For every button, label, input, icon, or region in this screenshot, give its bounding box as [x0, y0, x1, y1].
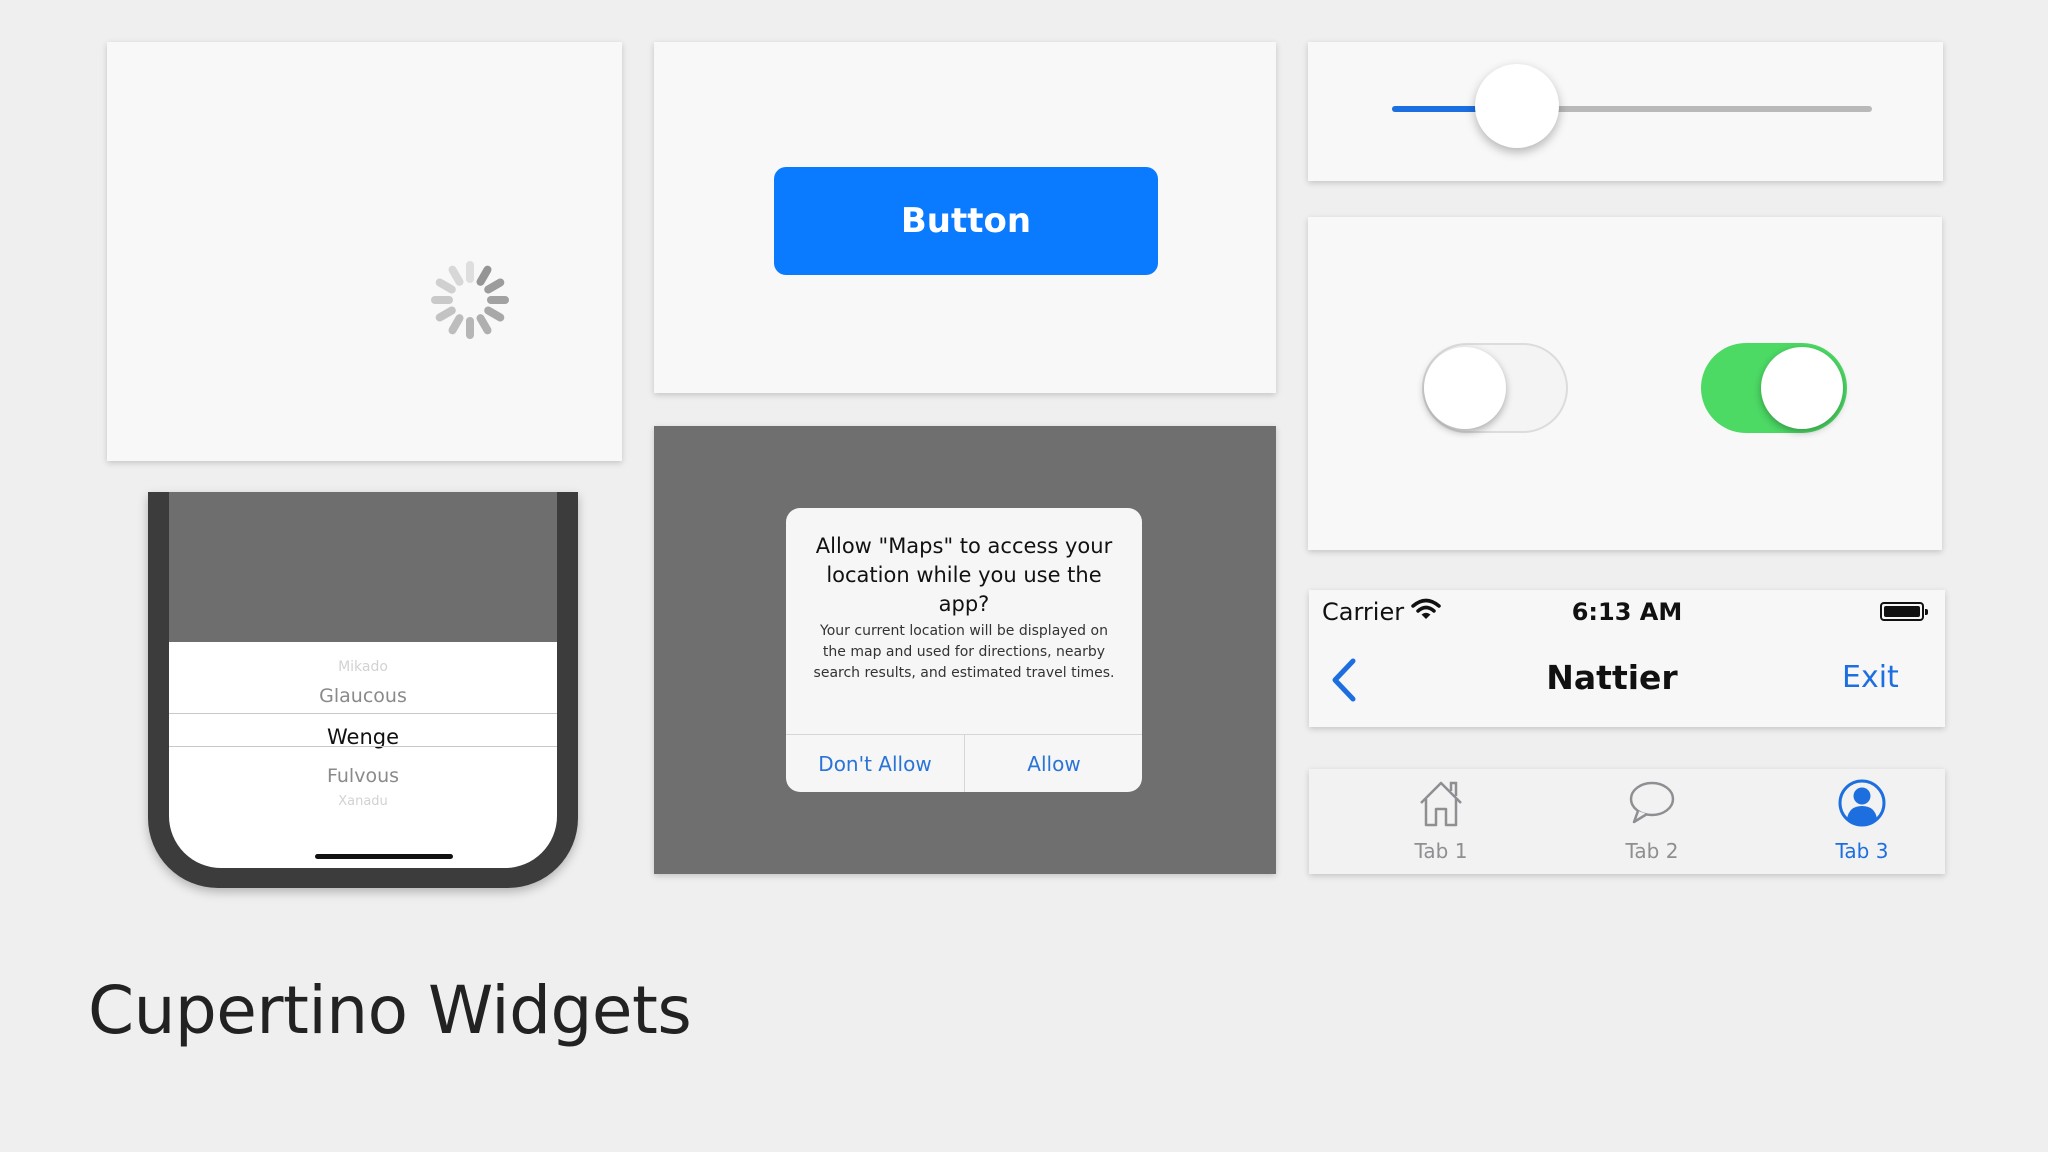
spinner-tick: [466, 317, 474, 339]
picker-selection-line: [169, 713, 557, 714]
switch-card: [1308, 217, 1942, 550]
house-icon: [1420, 781, 1462, 827]
alert-message: Your current location will be displayed …: [813, 623, 1115, 681]
slider-thumb[interactable]: [1474, 64, 1559, 148]
spinner-tick: [487, 296, 509, 304]
switch-off[interactable]: [1422, 343, 1568, 433]
button-card: Button: [654, 42, 1276, 393]
exit-button[interactable]: Exit: [1842, 660, 1899, 695]
picker-item[interactable]: Mikado: [169, 659, 557, 675]
slider-card: [1308, 42, 1943, 181]
alert-title: Allow "Maps" to access your location whi…: [815, 534, 1113, 616]
picker-phone-frame: Mikado Glaucous Wenge Fulvous Xanadu: [148, 492, 578, 888]
picker-item[interactable]: Glaucous: [169, 685, 557, 707]
allow-button[interactable]: Allow: [965, 735, 1142, 792]
switch-on[interactable]: [1701, 343, 1847, 433]
tab-label: Tab 3: [1835, 839, 1889, 863]
picker[interactable]: Mikado Glaucous Wenge Fulvous Xanadu: [169, 642, 557, 868]
activity-indicator: [431, 261, 509, 339]
tab-label: Tab 1: [1414, 839, 1468, 863]
battery-icon: [1880, 602, 1928, 621]
dont-allow-button[interactable]: Don't Allow: [786, 735, 964, 792]
spinner-tick: [466, 261, 474, 283]
alert-dialog: Allow "Maps" to access your location whi…: [786, 508, 1142, 792]
activity-indicator-card: [107, 42, 622, 461]
switch-knob: [1761, 347, 1843, 429]
primary-button[interactable]: Button: [774, 167, 1158, 275]
slider-track[interactable]: [1392, 106, 1872, 112]
tab-2[interactable]: Tab 2: [1577, 777, 1727, 869]
phone-screen: Mikado Glaucous Wenge Fulvous Xanadu: [169, 492, 557, 868]
tab-label: Tab 2: [1625, 839, 1679, 863]
picker-selection-line: [169, 746, 557, 747]
nav-title: Nattier: [1546, 658, 1678, 697]
tab-1[interactable]: Tab 1: [1366, 777, 1516, 869]
page-title: Cupertino Widgets: [88, 972, 692, 1049]
navigation-bar: Carrier 6:13 AM Nattier Exit: [1309, 590, 1945, 727]
chat-bubble-icon: [1629, 781, 1675, 824]
home-indicator: [315, 854, 453, 859]
tab-bar: Tab 1 Tab 2 Tab 3: [1309, 769, 1945, 874]
picker-item[interactable]: Xanadu: [169, 794, 557, 809]
tab-3[interactable]: Tab 3: [1787, 777, 1937, 869]
picker-item[interactable]: Fulvous: [169, 765, 557, 787]
spinner-tick: [431, 296, 453, 304]
person-circle-icon: [1838, 779, 1886, 827]
status-time: 6:13 AM: [1571, 598, 1683, 626]
alert-backdrop: Allow "Maps" to access your location whi…: [654, 426, 1276, 874]
switch-knob: [1424, 347, 1506, 429]
